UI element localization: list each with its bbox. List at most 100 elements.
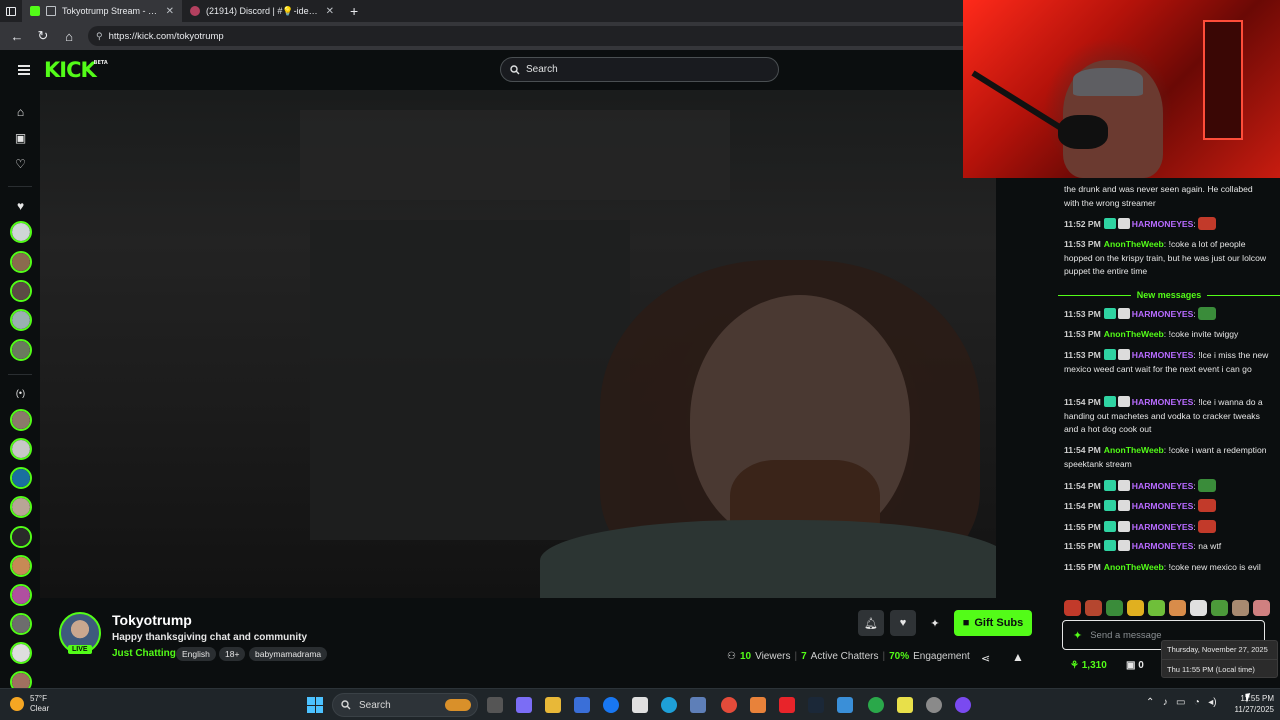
recommended-channel-avatar[interactable] xyxy=(10,613,32,635)
active-chatters-label: Active Chatters xyxy=(810,651,879,662)
amazon-icon[interactable] xyxy=(632,697,648,713)
sticky-notes-icon[interactable] xyxy=(897,697,913,713)
message-time: 11:53 PM xyxy=(1064,309,1101,319)
recommended-channel-avatar[interactable] xyxy=(10,555,32,577)
new-tab-button[interactable]: + xyxy=(342,3,366,19)
emote-icon[interactable] xyxy=(1253,600,1270,616)
recommended-channel-avatar[interactable] xyxy=(10,438,32,460)
chat-username[interactable]: AnonTheWeeb xyxy=(1104,329,1164,339)
close-tab-icon[interactable]: ✕ xyxy=(166,6,174,17)
tag-pill[interactable]: English xyxy=(176,647,216,661)
back-arrow-icon[interactable]: ← xyxy=(6,25,28,47)
taskbar-search[interactable]: Search xyxy=(332,693,478,717)
emote-icon[interactable] xyxy=(1190,600,1207,616)
copilot-icon[interactable] xyxy=(516,697,532,713)
gift-subs-button[interactable]: ■ Gift Subs xyxy=(954,610,1032,636)
followed-channel-avatar[interactable] xyxy=(10,221,32,243)
window-menu-icon[interactable] xyxy=(0,0,22,22)
store-icon[interactable] xyxy=(574,697,590,713)
chat-rewards[interactable]: ▣ 0 xyxy=(1126,660,1144,671)
streamer-shirt xyxy=(540,520,1010,598)
chat-message: 11:54 PM HARMONEYES: xyxy=(1064,499,1270,514)
task-view-icon[interactable] xyxy=(487,697,503,713)
speaker-icon[interactable] xyxy=(46,6,56,16)
calculator-icon[interactable] xyxy=(690,697,706,713)
chat-username[interactable]: AnonTheWeeb xyxy=(1104,239,1164,249)
sparkle-button[interactable]: ✦ xyxy=(922,610,948,636)
kick-logo[interactable]: KICK BETA xyxy=(44,58,108,82)
weather-widget[interactable]: 57°F Clear xyxy=(10,694,49,714)
tab-kick[interactable]: Tokyotrump Stream - Watch ✕ xyxy=(22,0,182,22)
followed-channel-avatar[interactable] xyxy=(10,339,32,361)
recommended-channel-avatar[interactable] xyxy=(10,496,32,518)
chat-username[interactable]: HARMONEYES xyxy=(1132,309,1194,319)
xbox-icon[interactable] xyxy=(868,697,884,713)
chat-username[interactable]: HARMONEYES xyxy=(1132,481,1194,491)
site-info-icon[interactable]: ⚲ xyxy=(96,31,103,42)
emote-icon[interactable] xyxy=(1232,600,1249,616)
url-text: https://kick.com/tokyotrump xyxy=(108,30,224,42)
chat-username[interactable]: HARMONEYES xyxy=(1132,501,1194,511)
system-tray[interactable]: ⌃ ♪ ▭ ◔ ◂) xyxy=(1146,697,1217,708)
chat-username[interactable]: HARMONEYES xyxy=(1132,541,1194,551)
edge-icon[interactable] xyxy=(661,697,677,713)
tag-pill[interactable]: babymamadrama xyxy=(249,647,328,661)
facebook-icon[interactable] xyxy=(603,697,619,713)
followed-channel-avatar[interactable] xyxy=(10,280,32,302)
emote-icon[interactable] xyxy=(1064,600,1081,616)
youtube-icon[interactable] xyxy=(779,697,795,713)
app-icon[interactable] xyxy=(955,697,971,713)
app-icon[interactable] xyxy=(837,697,853,713)
follow-button[interactable]: ♥ xyxy=(890,610,916,636)
chat-username[interactable]: HARMONEYES xyxy=(1132,522,1194,532)
start-menu-icon[interactable] xyxy=(307,697,323,713)
chat-username[interactable]: AnonTheWeeb xyxy=(1104,562,1164,572)
browse-icon[interactable]: ▣ xyxy=(13,130,28,145)
share-icon[interactable]: ⋖ xyxy=(981,652,990,665)
recommended-channel-avatar[interactable] xyxy=(10,409,32,431)
microphone-arm xyxy=(971,70,1068,134)
chat-username[interactable]: HARMONEYES xyxy=(1132,350,1194,360)
emote-icon[interactable] xyxy=(1127,600,1144,616)
message-time: 11:53 PM xyxy=(1064,350,1101,360)
tag-pill[interactable]: 18+ xyxy=(219,647,246,661)
steam-icon[interactable] xyxy=(808,697,824,713)
chat-username[interactable]: AnonTheWeeb xyxy=(1104,445,1164,455)
following-heart-icon[interactable]: ♡ xyxy=(13,156,28,171)
emote-icon[interactable] xyxy=(1148,600,1165,616)
report-warning-icon[interactable]: ▲ xyxy=(1012,650,1024,664)
home-icon[interactable]: ⌂ xyxy=(58,25,80,47)
webcam-overlay xyxy=(963,0,1280,178)
chat-username[interactable]: HARMONEYES xyxy=(1132,397,1194,407)
gifter-badge-icon xyxy=(1117,308,1130,319)
channel-points[interactable]: ⚘ 1,310 xyxy=(1070,660,1107,671)
notification-bell-button[interactable]: 🔔︎ xyxy=(858,610,884,636)
message-time: 11:55 PM xyxy=(1064,562,1101,572)
stream-category-link[interactable]: Just Chatting xyxy=(112,648,176,659)
emote-icon[interactable] xyxy=(1085,600,1102,616)
streamer-name[interactable]: Tokyotrump xyxy=(112,612,192,628)
mouse-cursor-icon xyxy=(1245,692,1257,703)
tab-discord[interactable]: (21914) Discord | #💡-ideas | Har ✕ xyxy=(182,0,342,22)
emote-icon[interactable] xyxy=(1169,600,1186,616)
emote-icon[interactable] xyxy=(1106,600,1123,616)
file-explorer-icon[interactable] xyxy=(545,697,561,713)
obs-icon[interactable] xyxy=(926,697,942,713)
recommended-channel-avatar[interactable] xyxy=(10,467,32,489)
video-player[interactable] xyxy=(40,90,1058,598)
app-icon[interactable] xyxy=(750,697,766,713)
emote-icon[interactable] xyxy=(1211,600,1228,616)
followed-channel-avatar[interactable] xyxy=(10,251,32,273)
recommended-channel-avatar[interactable] xyxy=(10,526,32,548)
hamburger-menu-icon[interactable] xyxy=(18,65,30,75)
recommended-channel-avatar[interactable] xyxy=(10,642,32,664)
close-tab-icon[interactable]: ✕ xyxy=(326,6,334,17)
followed-channel-avatar[interactable] xyxy=(10,309,32,331)
search-input[interactable]: Search xyxy=(500,57,779,82)
chat-username[interactable]: HARMONEYES xyxy=(1132,219,1194,229)
recommended-channel-avatar[interactable] xyxy=(10,584,32,606)
home-icon[interactable]: ⌂ xyxy=(13,104,28,119)
sparkle-icon[interactable]: ✦ xyxy=(1073,629,1082,642)
chrome-icon[interactable] xyxy=(721,697,737,713)
reload-icon[interactable]: ↻ xyxy=(32,25,54,47)
